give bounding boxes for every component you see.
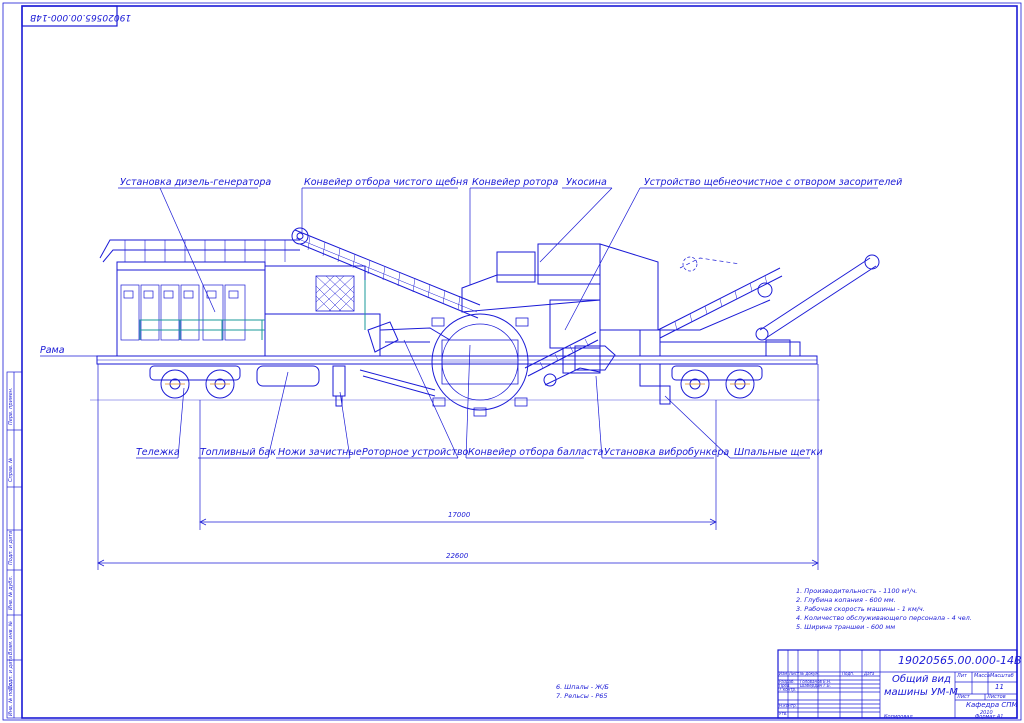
side-stamp-label: Подп. и дата — [8, 530, 14, 565]
side-stamp-label: Инв. № подл. — [8, 681, 14, 717]
teal-railing — [139, 280, 366, 340]
spec-line: 4. Количество обслуживающего персонала -… — [796, 614, 972, 622]
stamp-name-checker: Шабердин Г.Б. — [800, 683, 831, 688]
side-stamp-label: Инв. № дубл. — [8, 575, 14, 610]
note-line: 6. Шпалы - Ж/Б — [556, 683, 609, 691]
note-line: 7. Рельсы - Р65 — [556, 692, 608, 700]
label-vibro-hopper: Установка вибробункера — [604, 447, 730, 458]
stamp-lit-label: Лит — [957, 673, 967, 679]
stamp-row-approved: Утв. — [779, 711, 788, 716]
stamp-head-sign: Подп. — [842, 671, 855, 676]
spec-line: 2. Глубина копания - 600 мм. — [796, 596, 896, 604]
label-sleeper-brushes: Шпальные щетки — [734, 447, 823, 458]
stamp-copied: Копировал — [884, 714, 913, 720]
stamp-sheet-number: 11 — [995, 683, 1004, 691]
stamp-head-izm: Изм — [779, 671, 788, 676]
stamp-mass-label: Масса — [974, 673, 990, 679]
spec-line: 1. Производительность - 1100 м³/ч. — [796, 587, 918, 595]
stamp-title-line1: Общий вид — [892, 674, 951, 685]
top-drawing-code: 19020565.00.000-14В — [30, 12, 132, 22]
label-diesel: Установка дизель-генератора — [120, 177, 272, 188]
label-brace: Укосина — [566, 177, 607, 188]
label-clean-conveyor: Конвейер отбора чистого щебня — [304, 177, 468, 188]
side-stamp-label: Взам. инв. № — [8, 621, 14, 655]
leader-lines — [40, 187, 878, 459]
label-rotor-conveyor: Конвейер ротора — [472, 177, 559, 188]
label-knives: Ножи зачистные — [278, 447, 362, 458]
stamp-scale-label: Масштаб — [990, 673, 1014, 679]
label-fuel-tank: Топливный бак — [200, 447, 276, 458]
stamp-title-line2: машины УМ-М — [884, 687, 958, 698]
dimension-inner: 17000 — [448, 511, 471, 519]
stamp-drawing-code: 19020565.00.000-14В — [898, 654, 1022, 667]
stamp-row-tcontrol: Т.контр. — [779, 687, 797, 692]
label-ballast-conveyor: Конвейер отбора балласта — [468, 447, 604, 458]
label-bogie: Тележка — [136, 447, 180, 458]
side-stamp-label: Справ. № — [8, 457, 14, 482]
dimension-outer: 22600 — [446, 552, 469, 560]
stamp-list-label: Лист — [957, 694, 970, 700]
stamp-lists-label: Листов — [987, 694, 1006, 700]
spec-line: 3. Рабочая скорость машины - 1 км/ч. — [796, 605, 925, 613]
stamp-head-list: Лист — [789, 671, 800, 676]
label-frame: Рама — [40, 345, 65, 356]
stamp-format: Формат А1 — [975, 714, 1004, 720]
stamp-department: Кафедра СПМ — [966, 701, 1018, 709]
stamp-head-doc: № докум. — [800, 671, 820, 676]
dimension-lines — [97, 364, 819, 570]
label-rotary-device: Роторное устройство — [362, 447, 469, 458]
side-stamp-label: Перв. примен. — [8, 387, 14, 425]
label-cleaning-device: Устройство щебнеочистное с отвором засор… — [644, 177, 903, 188]
machine-drawing — [96, 227, 880, 417]
spec-line: 5. Ширина траншеи - 600 мм — [796, 623, 896, 631]
stamp-head-date: Дата — [864, 671, 875, 676]
stamp-row-ncontrol: Н.контр. — [779, 703, 797, 708]
